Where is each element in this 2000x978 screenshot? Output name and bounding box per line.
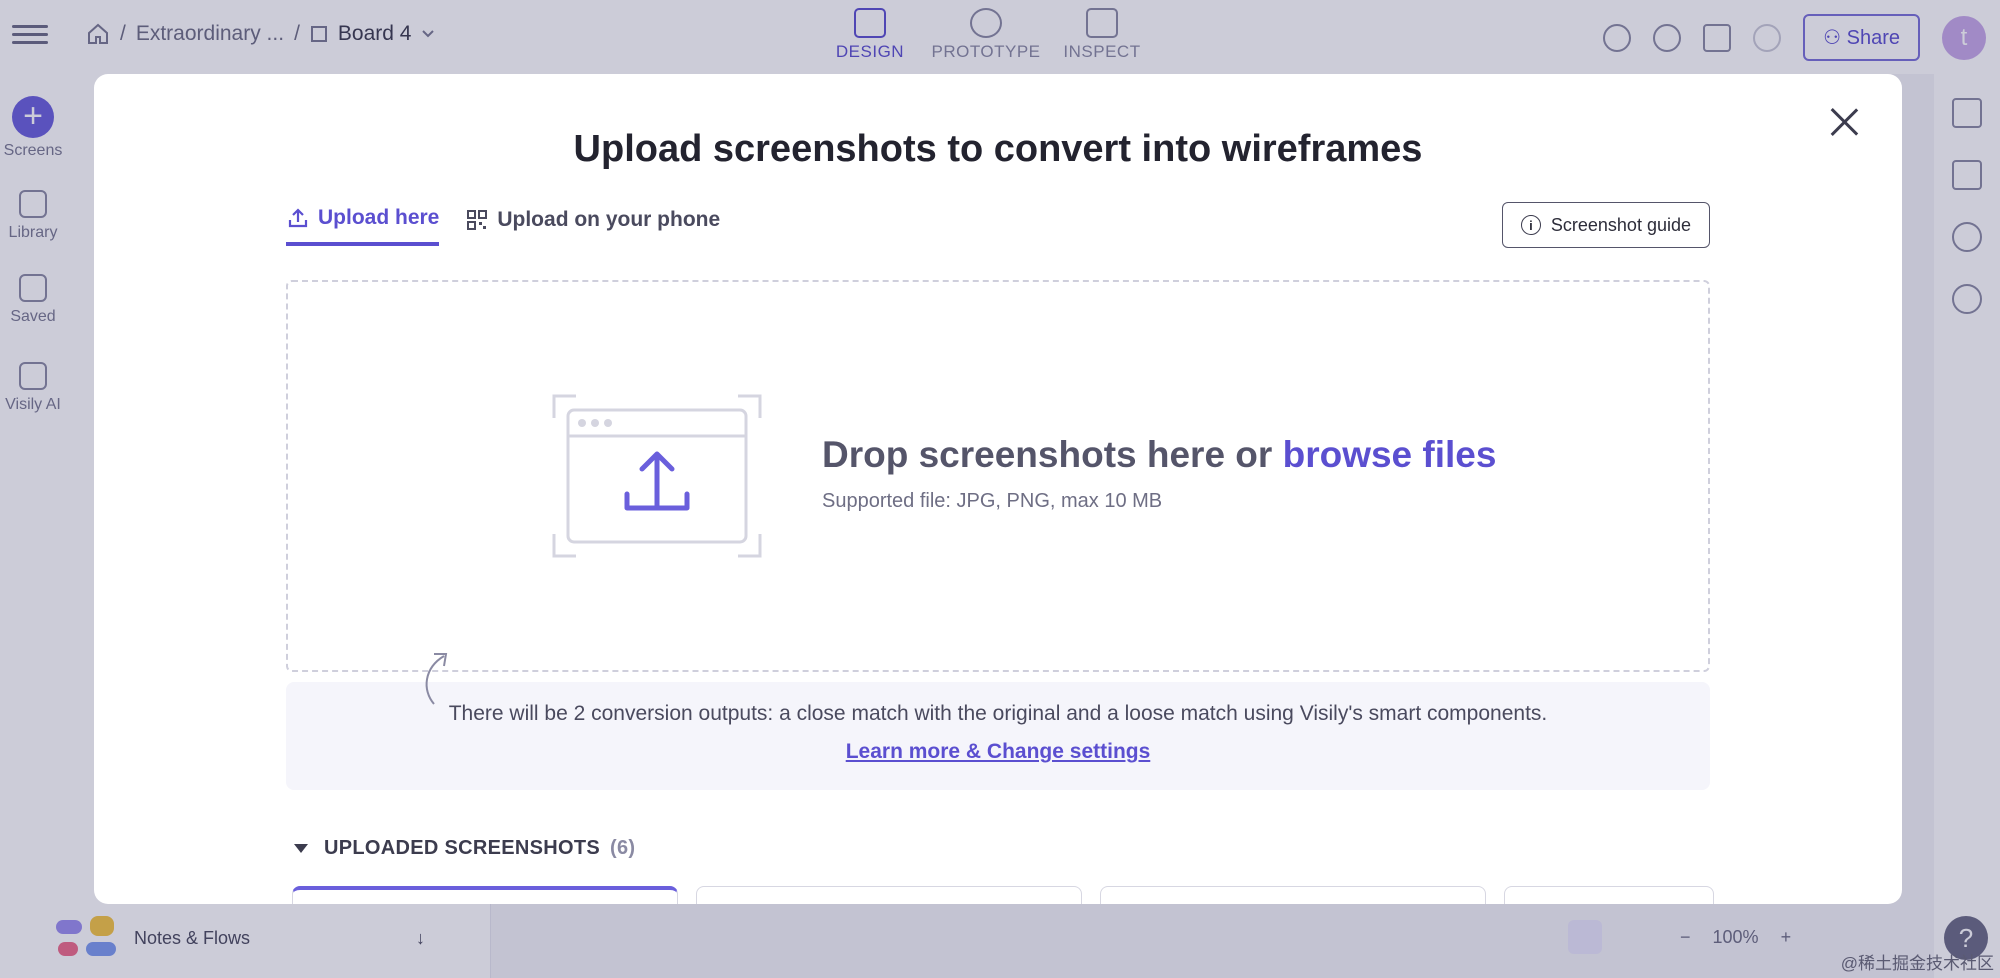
uploaded-screenshots-toggle[interactable]: UPLOADED SCREENSHOTS (6) — [294, 837, 635, 860]
info-icon: i — [1520, 215, 1541, 235]
learn-more-link[interactable]: Learn more & Change settings — [846, 740, 1151, 764]
dropzone-heading: Drop screenshots here or browse files — [822, 434, 1496, 476]
screenshot-thumbnail[interactable] — [292, 886, 678, 904]
caret-down-icon — [294, 844, 308, 853]
upload-screenshots-modal: Upload screenshots to convert into wiref… — [94, 74, 1902, 904]
guide-label: Screenshot guide — [1550, 214, 1691, 235]
screenshot-thumbnail[interactable] — [696, 886, 1082, 904]
upload-tabs: Upload here Upload on your phone — [286, 206, 720, 246]
uploaded-thumbnails — [292, 886, 1714, 904]
tab-upload-here[interactable]: Upload here — [286, 206, 440, 246]
browse-files-link[interactable]: browse files — [1283, 434, 1497, 475]
uploaded-count: (6) — [610, 837, 636, 859]
modal-title: Upload screenshots to convert into wiref… — [573, 128, 1423, 170]
file-dropzone[interactable]: Drop screenshots here or browse files Su… — [286, 280, 1710, 672]
supported-files-text: Supported file: JPG, PNG, max 10 MB — [822, 490, 1163, 512]
dropzone-text: Drop screenshots here or browse files Su… — [822, 434, 1496, 513]
tab-label: Upload here — [318, 206, 440, 229]
conversion-info-box: There will be 2 conversion outputs: a cl… — [286, 682, 1710, 790]
uploaded-label: UPLOADED SCREENSHOTS — [324, 837, 601, 859]
qr-code-icon — [467, 210, 488, 230]
tab-upload-on-phone[interactable]: Upload on your phone — [465, 206, 720, 246]
tab-label: Upload on your phone — [497, 208, 721, 231]
upload-icon — [288, 208, 308, 228]
screenshot-thumbnail[interactable] — [1504, 886, 1714, 904]
dropzone-heading-prefix: Drop screenshots here or — [822, 434, 1283, 475]
screenshot-thumbnail[interactable] — [1100, 886, 1486, 904]
screenshot-guide-button[interactable]: i Screenshot guide — [1501, 202, 1710, 248]
upload-illustration-icon — [552, 394, 762, 558]
curved-arrow-icon — [425, 653, 448, 705]
conversion-info-text: There will be 2 conversion outputs: a cl… — [448, 702, 1548, 725]
